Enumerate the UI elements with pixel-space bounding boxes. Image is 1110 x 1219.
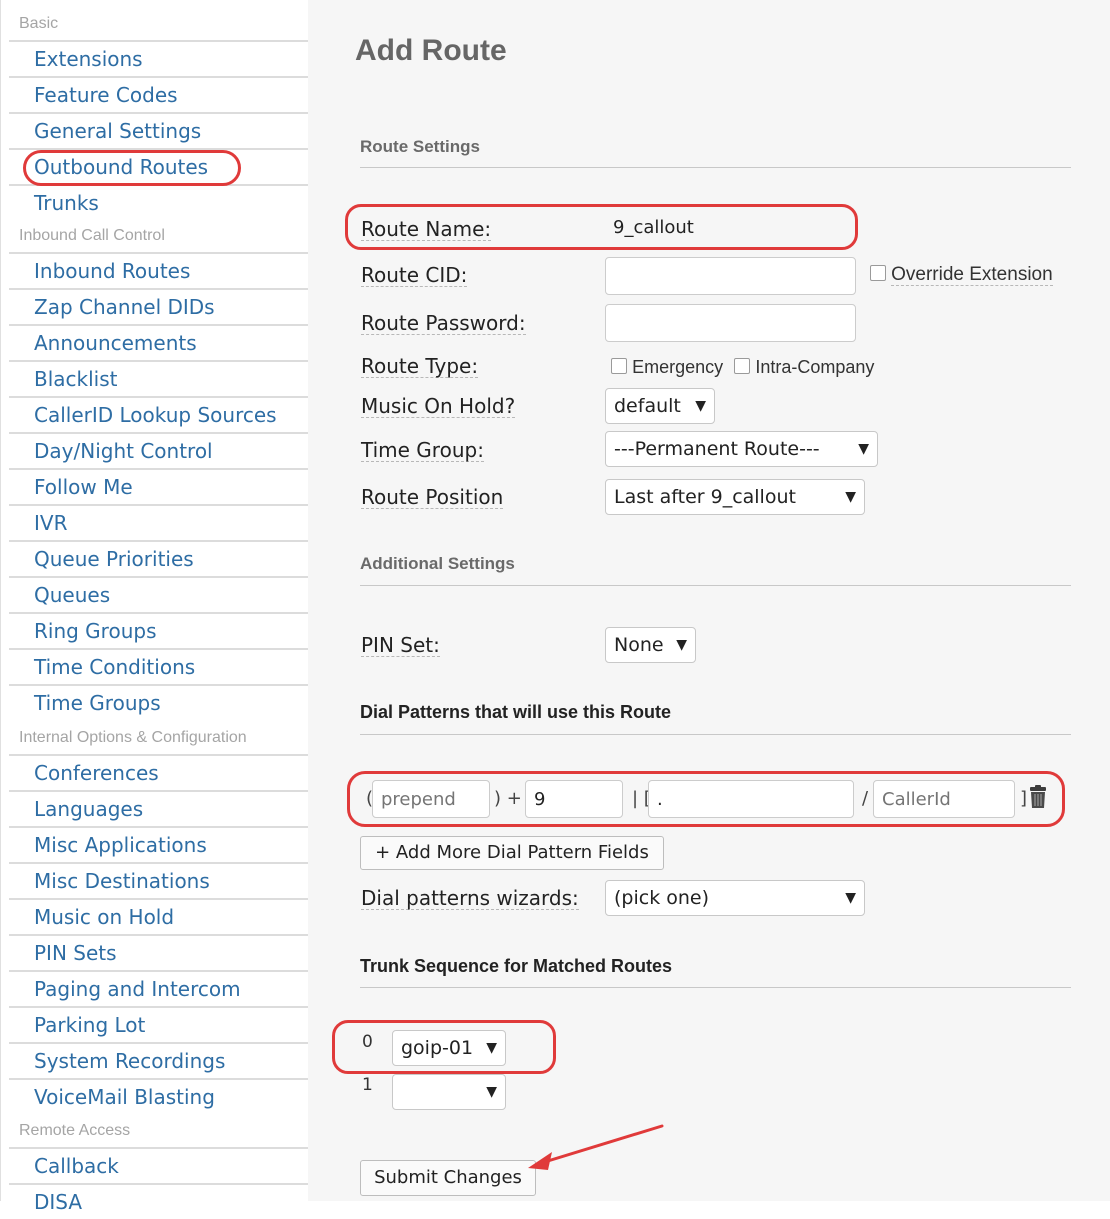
section-heading-dial-patterns: Dial Patterns that will use this Route (360, 702, 672, 722)
emergency-label: Emergency (632, 357, 724, 377)
sidebar-item-announcements[interactable]: Announcements (9, 324, 309, 360)
prefix-input[interactable] (525, 780, 623, 818)
sidebar-item-parking-lot[interactable]: Parking Lot (9, 1006, 309, 1042)
section-divider (360, 585, 1071, 586)
sidebar-item-disa[interactable]: DISA (9, 1183, 309, 1219)
match-pattern-input[interactable] (648, 780, 854, 818)
time-group-select[interactable]: ---Permanent Route--- ▼ (605, 431, 878, 467)
route-position-value: Last after 9_callout (614, 486, 796, 508)
override-extension-label: Override Extension (891, 264, 1053, 286)
callerid-slash: / (862, 788, 869, 809)
sidebar-item-callback[interactable]: Callback (9, 1147, 309, 1183)
sidebar-item-time-groups[interactable]: Time Groups (9, 684, 309, 720)
chevron-down-icon: ▼ (858, 441, 869, 457)
chevron-down-icon: ▼ (676, 637, 687, 653)
trash-icon[interactable] (1028, 785, 1048, 813)
dial-patterns-wizards-label: Dial patterns wizards: (361, 886, 579, 910)
sidebar-item-misc-destinations[interactable]: Misc Destinations (9, 862, 309, 898)
sidebar-item-callerid-lookup-sources[interactable]: CallerID Lookup Sources (9, 396, 309, 432)
callerid-close-bracket: ] (1020, 788, 1028, 809)
sidebar-item-follow-me[interactable]: Follow Me (9, 468, 309, 504)
sidebar-section-remote-access: Remote Access (19, 1122, 131, 1139)
sidebar-item-paging-intercom[interactable]: Paging and Intercom (9, 970, 309, 1006)
sidebar-item-conferences[interactable]: Conferences (9, 754, 309, 790)
prepend-input[interactable] (372, 780, 490, 818)
sidebar: Basic Extensions Feature Codes General S… (0, 0, 309, 1214)
chevron-down-icon: ▼ (845, 890, 856, 906)
prepend-close-paren: ) + (494, 788, 522, 809)
sidebar-item-queue-priorities[interactable]: Queue Priorities (9, 540, 309, 576)
pin-set-value: None (614, 634, 664, 656)
trunk-select-0[interactable]: goip-01 ▼ (392, 1030, 506, 1066)
sidebar-item-voicemail-blasting[interactable]: VoiceMail Blasting (9, 1078, 309, 1114)
sidebar-item-feature-codes[interactable]: Feature Codes (9, 76, 309, 112)
override-extension-option: Override Extension (870, 264, 1053, 286)
time-group-label: Time Group: (361, 438, 484, 462)
pin-set-label: PIN Set: (361, 633, 440, 657)
route-cid-input[interactable] (605, 257, 856, 295)
sidebar-item-misc-applications[interactable]: Misc Applications (9, 826, 309, 862)
callerid-input[interactable] (873, 780, 1015, 818)
dial-patterns-wizards-select[interactable]: (pick one) ▼ (605, 880, 865, 916)
section-heading-route-settings: Route Settings (360, 137, 480, 156)
route-name-input[interactable] (605, 208, 853, 246)
route-type-options: Emergency Intra-Company (611, 357, 874, 378)
sidebar-item-extensions[interactable]: Extensions (9, 40, 309, 76)
sidebar-item-general-settings[interactable]: General Settings (9, 112, 309, 148)
music-on-hold-select[interactable]: default ▼ (605, 388, 715, 424)
route-position-select[interactable]: Last after 9_callout ▼ (605, 479, 865, 515)
sidebar-item-time-conditions[interactable]: Time Conditions (9, 648, 309, 684)
sidebar-item-queues[interactable]: Queues (9, 576, 309, 612)
dial-patterns-wizards-value: (pick one) (614, 887, 710, 909)
chevron-down-icon: ▼ (845, 489, 856, 505)
override-extension-checkbox[interactable] (870, 265, 886, 281)
submit-changes-button[interactable]: Submit Changes (360, 1160, 536, 1196)
intra-company-checkbox[interactable] (734, 358, 751, 374)
sidebar-section-internal: Internal Options & Configuration (19, 729, 247, 746)
main-content: Add Route Route Settings Route Name: Rou… (308, 0, 1110, 1201)
route-position-label: Route Position (361, 485, 504, 509)
music-on-hold-value: default (614, 395, 681, 417)
sidebar-section-basic: Basic (19, 15, 59, 32)
sidebar-item-day-night-control[interactable]: Day/Night Control (9, 432, 309, 468)
route-type-label: Route Type: (361, 354, 479, 378)
sidebar-item-ring-groups[interactable]: Ring Groups (9, 612, 309, 648)
trunk-value-0: goip-01 (401, 1037, 474, 1059)
add-more-dial-pattern-button[interactable]: + Add More Dial Pattern Fields (360, 836, 664, 870)
page-title: Add Route (355, 34, 507, 67)
sidebar-item-music-on-hold[interactable]: Music on Hold (9, 898, 309, 934)
trunk-select-1[interactable]: ▼ (392, 1074, 506, 1110)
emergency-checkbox[interactable] (611, 358, 627, 374)
route-password-label: Route Password: (361, 311, 526, 335)
sidebar-item-system-recordings[interactable]: System Recordings (9, 1042, 309, 1078)
trunk-index-0: 0 (362, 1032, 373, 1052)
sidebar-item-outbound-routes[interactable]: Outbound Routes (9, 148, 309, 184)
sidebar-section-inbound: Inbound Call Control (19, 227, 165, 244)
sidebar-item-pin-sets[interactable]: PIN Sets (9, 934, 309, 970)
sidebar-item-ivr[interactable]: IVR (9, 504, 309, 540)
section-heading-trunk-sequence: Trunk Sequence for Matched Routes (360, 956, 673, 976)
route-name-label: Route Name: (361, 217, 492, 241)
section-heading-additional-settings: Additional Settings (360, 554, 515, 573)
route-password-input[interactable] (605, 304, 856, 342)
chevron-down-icon: ▼ (695, 398, 706, 414)
pin-set-select[interactable]: None ▼ (605, 627, 696, 663)
section-divider (360, 167, 1071, 168)
chevron-down-icon: ▼ (486, 1040, 497, 1056)
sidebar-item-trunks[interactable]: Trunks (9, 184, 309, 220)
sidebar-item-languages[interactable]: Languages (9, 790, 309, 826)
chevron-down-icon: ▼ (486, 1084, 497, 1100)
sidebar-item-inbound-routes[interactable]: Inbound Routes (9, 252, 309, 288)
section-divider (360, 734, 1071, 735)
music-on-hold-label: Music On Hold? (361, 394, 516, 418)
dial-pattern-row: ( ) + | [ / ] (346, 772, 1066, 826)
annotation-arrow-icon (528, 1124, 664, 1170)
trunk-index-1: 1 (362, 1075, 373, 1095)
section-divider (360, 987, 1071, 988)
sidebar-item-zap-channel-dids[interactable]: Zap Channel DIDs (9, 288, 309, 324)
time-group-value: ---Permanent Route--- (614, 438, 820, 460)
sidebar-item-blacklist[interactable]: Blacklist (9, 360, 309, 396)
route-cid-label: Route CID: (361, 263, 468, 287)
intra-company-label: Intra-Company (755, 357, 875, 377)
